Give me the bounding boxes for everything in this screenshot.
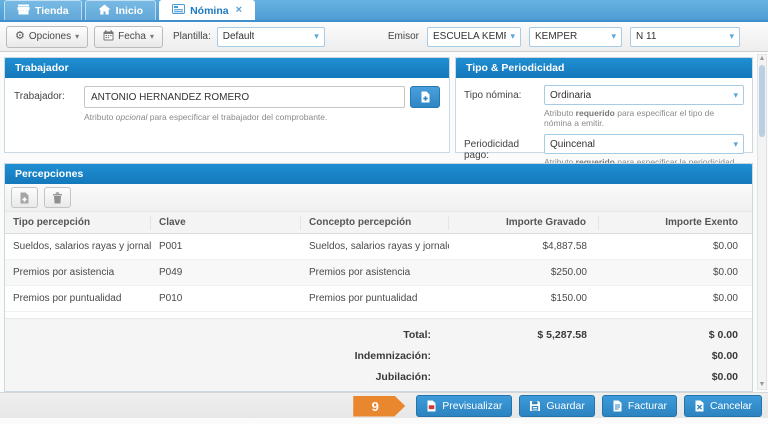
plantilla-label: Plantilla: bbox=[173, 31, 211, 42]
table-row[interactable]: Sueldos, salarios rayas y jornales P001 … bbox=[5, 234, 752, 260]
main-toolbar: ⚙ Opciones ▾ Fecha ▾ Plantilla: Default … bbox=[0, 22, 768, 52]
chevron-down-icon: ▾ bbox=[611, 32, 616, 41]
column-header[interactable]: Tipo percepción bbox=[5, 216, 151, 230]
cancel-icon bbox=[694, 400, 705, 412]
table-header: Tipo percepción Clave Concepto percepció… bbox=[5, 212, 752, 234]
gear-icon: ⚙ bbox=[15, 31, 25, 42]
home-icon bbox=[98, 4, 111, 18]
column-header[interactable]: Clave bbox=[151, 216, 301, 230]
serie-select[interactable]: N 11 ▾ bbox=[630, 27, 740, 47]
fecha-button[interactable]: Fecha ▾ bbox=[94, 26, 163, 48]
chevron-down-icon: ▾ bbox=[733, 140, 738, 149]
percepciones-toolbar bbox=[5, 184, 752, 212]
trabajador-helper: Atributo opcional para especificar el tr… bbox=[84, 112, 440, 122]
emisor-label: Emisor bbox=[388, 31, 419, 42]
calendar-icon bbox=[103, 30, 114, 44]
guardar-button[interactable]: Guardar bbox=[519, 395, 595, 417]
emisor-group: Emisor ESCUELA KEMPER U ▾ KEMPER ▾ N 11 … bbox=[384, 27, 740, 47]
delete-percepcion-button[interactable] bbox=[44, 187, 71, 208]
plantilla-select[interactable]: Default ▾ bbox=[217, 27, 325, 47]
pdf-icon bbox=[426, 400, 437, 412]
scrollbar-thumb[interactable] bbox=[759, 65, 765, 137]
percepciones-panel: Percepciones Tipo percepción Clave Conce… bbox=[4, 163, 753, 392]
store-icon bbox=[17, 4, 30, 18]
panel-title: Trabajador bbox=[5, 58, 449, 78]
tab-nomina[interactable]: Nómina × bbox=[159, 0, 255, 20]
table-row[interactable]: Premios por puntualidad P010 Premios por… bbox=[5, 286, 752, 312]
tab-bar: Tienda Inicio Nómina × bbox=[0, 0, 768, 22]
chevron-down-icon: ▾ bbox=[729, 32, 734, 41]
table-row[interactable]: Premios por asistencia P049 Premios por … bbox=[5, 260, 752, 286]
content-area: Trabajador Trabajador: Atributo opcional… bbox=[0, 52, 768, 392]
empresa-select[interactable]: KEMPER ▾ bbox=[529, 27, 622, 47]
close-icon[interactable]: × bbox=[236, 5, 242, 16]
step-badge: 9 bbox=[353, 396, 405, 417]
add-percepcion-button[interactable] bbox=[11, 187, 38, 208]
chevron-down-icon: ▾ bbox=[150, 33, 154, 41]
tab-label: Inicio bbox=[116, 5, 143, 17]
periodicidad-label: Periodicidad pago: bbox=[464, 134, 544, 161]
trabajador-label: Trabajador: bbox=[14, 86, 84, 102]
payroll-form-icon bbox=[172, 4, 185, 17]
jubilacion-row: Jubilación: $0.00 bbox=[5, 366, 752, 387]
tab-inicio[interactable]: Inicio bbox=[85, 0, 156, 20]
page-plus-icon bbox=[19, 192, 30, 204]
trabajador-panel: Trabajador Trabajador: Atributo opcional… bbox=[4, 57, 450, 153]
page-plus-icon bbox=[420, 91, 431, 103]
tab-tienda[interactable]: Tienda bbox=[4, 0, 82, 20]
column-header[interactable]: Concepto percepción bbox=[301, 216, 449, 230]
column-header[interactable]: Importe Exento bbox=[599, 216, 752, 230]
previsualizar-button[interactable]: Previsualizar bbox=[416, 395, 512, 417]
tipo-periodicidad-panel: Tipo & Periodicidad Tipo nómina: Ordinar… bbox=[455, 57, 753, 153]
facturar-button[interactable]: Facturar bbox=[602, 395, 677, 417]
tab-label: Tienda bbox=[35, 5, 69, 17]
chevron-down-icon: ▾ bbox=[314, 32, 319, 41]
tipo-nomina-label: Tipo nómina: bbox=[464, 85, 544, 101]
panel-title: Tipo & Periodicidad bbox=[456, 58, 752, 78]
tipo-nomina-select[interactable]: Ordinaria ▾ bbox=[544, 85, 744, 105]
total-row: Total: $ 5,287.58 $ 0.00 bbox=[5, 324, 752, 345]
chevron-down-icon: ▾ bbox=[510, 32, 515, 41]
indemnizacion-row: Indemnización: $0.00 bbox=[5, 345, 752, 366]
opciones-button[interactable]: ⚙ Opciones ▾ bbox=[6, 26, 88, 48]
trash-icon bbox=[52, 192, 63, 204]
save-icon bbox=[529, 400, 541, 412]
select-trabajador-button[interactable] bbox=[410, 86, 440, 108]
cancelar-button[interactable]: Cancelar bbox=[684, 395, 762, 417]
chevron-down-icon: ▾ bbox=[75, 33, 79, 41]
invoice-icon bbox=[612, 400, 623, 412]
vertical-scrollbar[interactable]: ▲ ▼ bbox=[757, 54, 767, 390]
periodicidad-select[interactable]: Quincenal ▾ bbox=[544, 134, 744, 154]
footer-action-bar: 9 Previsualizar Guardar Facturar Cancela… bbox=[0, 392, 768, 424]
scroll-up-icon[interactable]: ▲ bbox=[758, 55, 766, 63]
totals-section: Total: $ 5,287.58 $ 0.00 Indemnización: … bbox=[5, 318, 752, 392]
chevron-down-icon: ▾ bbox=[733, 91, 738, 100]
tab-label: Nómina bbox=[190, 5, 229, 17]
scroll-down-icon[interactable]: ▼ bbox=[758, 381, 766, 389]
panel-title: Percepciones bbox=[5, 164, 752, 184]
trabajador-input[interactable] bbox=[84, 86, 405, 108]
app-window: Tienda Inicio Nómina × ⚙ Opciones ▾ Fech… bbox=[0, 0, 768, 424]
emisor-select[interactable]: ESCUELA KEMPER U ▾ bbox=[427, 27, 521, 47]
tipo-nomina-helper: Atributo requerido para especificar el t… bbox=[544, 108, 744, 128]
column-header[interactable]: Importe Gravado bbox=[449, 216, 599, 230]
